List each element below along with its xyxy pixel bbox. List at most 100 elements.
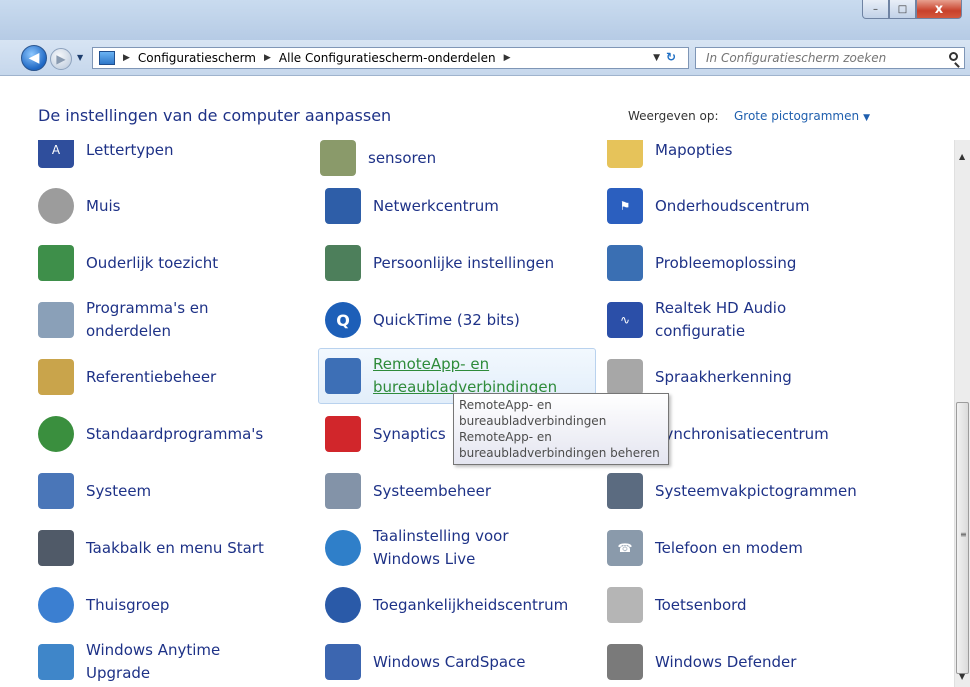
breadcrumb-separator-icon[interactable]: ▶ [264,53,271,63]
page-title: De instellingen van de computer aanpasse… [38,106,392,125]
windows-logo-icon [38,644,74,680]
quicktime-icon: Q [325,302,361,338]
item-label: Taakbalk en menu Start [86,538,264,557]
item-label: Persoonlijke instellingen [373,253,555,272]
flag-icon: ⚑ [607,188,643,224]
vertical-scrollbar[interactable]: ▲ ≡ ▼ [954,140,970,687]
taskbar-icon [38,530,74,566]
homegroup-icon [38,587,74,623]
phone-icon: ☎ [607,530,643,566]
scroll-up-icon[interactable]: ▲ [959,152,965,161]
item-ease-of-access[interactable]: Toegankelijkheidscentrum [325,583,568,627]
item-label: Referentiebeheer [86,367,217,386]
item-parental-controls[interactable]: Ouderlijk toezicht [38,241,218,285]
view-by-label: Weergeven op: [628,109,719,123]
system-icon [38,473,74,509]
item-fonts[interactable]: A Lettertypen [38,140,174,172]
item-system[interactable]: Systeem [38,469,151,513]
breadcrumb-separator-icon[interactable]: ▶ [504,53,511,63]
address-bar[interactable]: ▶ Configuratiescherm ▶ Alle Configuratie… [92,47,689,69]
item-label: Netwerkcentrum [373,196,499,215]
item-label: Ouderlijk toezicht [86,253,219,272]
item-windows-defender[interactable]: Windows Defender [607,640,796,684]
forward-button[interactable]: ▶ [50,48,72,70]
item-quicktime[interactable]: Q QuickTime (32 bits) [325,298,520,342]
navigation-bar: ◀ ▶ ▼ ▶ Configuratiescherm ▶ Alle Config… [0,40,970,76]
item-action-center[interactable]: ⚑ Onderhoudscentrum [607,184,810,228]
view-by-dropdown[interactable]: Grote pictogrammen ▼ [734,109,870,123]
cardspace-icon [325,644,361,680]
search-input[interactable] [696,51,936,65]
item-label: Lettertypen [86,140,174,159]
item-folder-options[interactable]: Mapopties [607,140,732,172]
item-label: Spraakherkenning [655,367,792,386]
item-troubleshooting[interactable]: Probleemoplossing [607,241,796,285]
remote-desktop-icon [325,358,361,394]
control-panel-icon [99,51,115,65]
item-notification-icons[interactable]: Systeemvakpictogrammen [607,469,857,513]
item-phone-modem[interactable]: ☎ Telefoon en modem [607,526,803,570]
item-taskbar-start[interactable]: Taakbalk en menu Start [38,526,264,570]
item-realtek-audio[interactable]: ∿ Realtek HD Audio configuratie [607,298,786,342]
item-mouse[interactable]: Muis [38,184,120,228]
breadcrumb-separator-icon[interactable]: ▶ [123,53,130,63]
item-label: Systeemvakpictogrammen [655,481,857,500]
item-label: QuickTime (32 bits) [373,310,520,329]
view-by-value[interactable]: Grote pictogrammen [734,109,859,123]
defender-icon [607,644,643,680]
admin-tools-icon [325,473,361,509]
item-credential-manager[interactable]: Referentiebeheer [38,355,216,399]
item-label: Onderhoudscentrum [655,196,810,215]
item-homegroup[interactable]: Thuisgroep [38,583,169,627]
breadcrumb-control-panel[interactable]: Configuratiescherm [138,51,256,65]
item-network-center[interactable]: Netwerkcentrum [325,184,499,228]
control-panel-window: – □ x ◀ ▶ ▼ ▶ Configuratiescherm ▶ Alle … [0,0,970,687]
item-windows-anytime-upgrade[interactable]: Windows Anytime Upgrade [38,640,220,684]
item-label: Realtek HD Audio configuratie [655,299,787,340]
item-administrative-tools[interactable]: Systeembeheer [325,469,491,513]
item-label: Programma's en onderdelen [86,299,209,340]
item-programs-features[interactable]: Programma's en onderdelen [38,298,209,342]
window-controls: – □ x [862,0,962,19]
item-synaptics[interactable]: Synaptics [325,412,446,456]
credential-icon [38,359,74,395]
item-default-programs[interactable]: Standaardprogramma's [38,412,263,456]
item-label: Systeembeheer [373,481,492,500]
item-label: Synchronisatiecentrum [655,424,829,443]
tooltip-text: RemoteApp- en bureaubladverbindingen Rem… [459,398,660,460]
scroll-thumb[interactable]: ≡ [956,402,969,674]
audio-icon: ∿ [607,302,643,338]
back-button[interactable]: ◀ [21,45,47,71]
item-label: Toegankelijkheidscentrum [373,595,569,614]
chevron-down-icon[interactable]: ▼ [863,113,870,123]
recent-pages-dropdown-icon[interactable]: ▼ [77,53,83,62]
address-dropdown-icon[interactable]: ▼ [653,53,660,63]
item-label: Toetsenbord [655,595,747,614]
item-label: Mapopties [655,140,733,159]
close-button[interactable]: x [916,0,962,19]
search-box[interactable] [695,47,965,69]
remoteapp-tooltip: RemoteApp- en bureaubladverbindingen Rem… [453,393,669,465]
item-label: sensoren [368,148,437,167]
default-programs-icon [38,416,74,452]
item-windows-live-language[interactable]: Taalinstelling voor Windows Live [325,526,509,570]
refresh-icon[interactable]: ↻ [666,50,676,64]
maximize-button[interactable]: □ [889,0,916,19]
personalization-icon [325,245,361,281]
item-label: Standaardprogramma's [86,424,264,443]
fonts-icon: A [38,140,74,168]
minimize-button[interactable]: – [862,0,889,19]
item-keyboard[interactable]: Toetsenbord [607,583,747,627]
item-sensors[interactable]: sensoren [320,140,436,180]
item-label: Synaptics [373,424,446,443]
item-label: Thuisgroep [86,595,170,614]
item-label: Taalinstelling voor Windows Live [373,527,509,568]
item-windows-cardspace[interactable]: Windows CardSpace [325,640,526,684]
globe-icon [325,530,361,566]
grip-icon: ≡ [960,530,967,539]
item-personalization[interactable]: Persoonlijke instellingen [325,241,554,285]
scroll-down-icon[interactable]: ▼ [959,672,965,681]
search-icon[interactable] [949,52,958,61]
accessibility-icon [325,587,361,623]
breadcrumb-all-items[interactable]: Alle Configuratiescherm-onderdelen [279,51,496,65]
